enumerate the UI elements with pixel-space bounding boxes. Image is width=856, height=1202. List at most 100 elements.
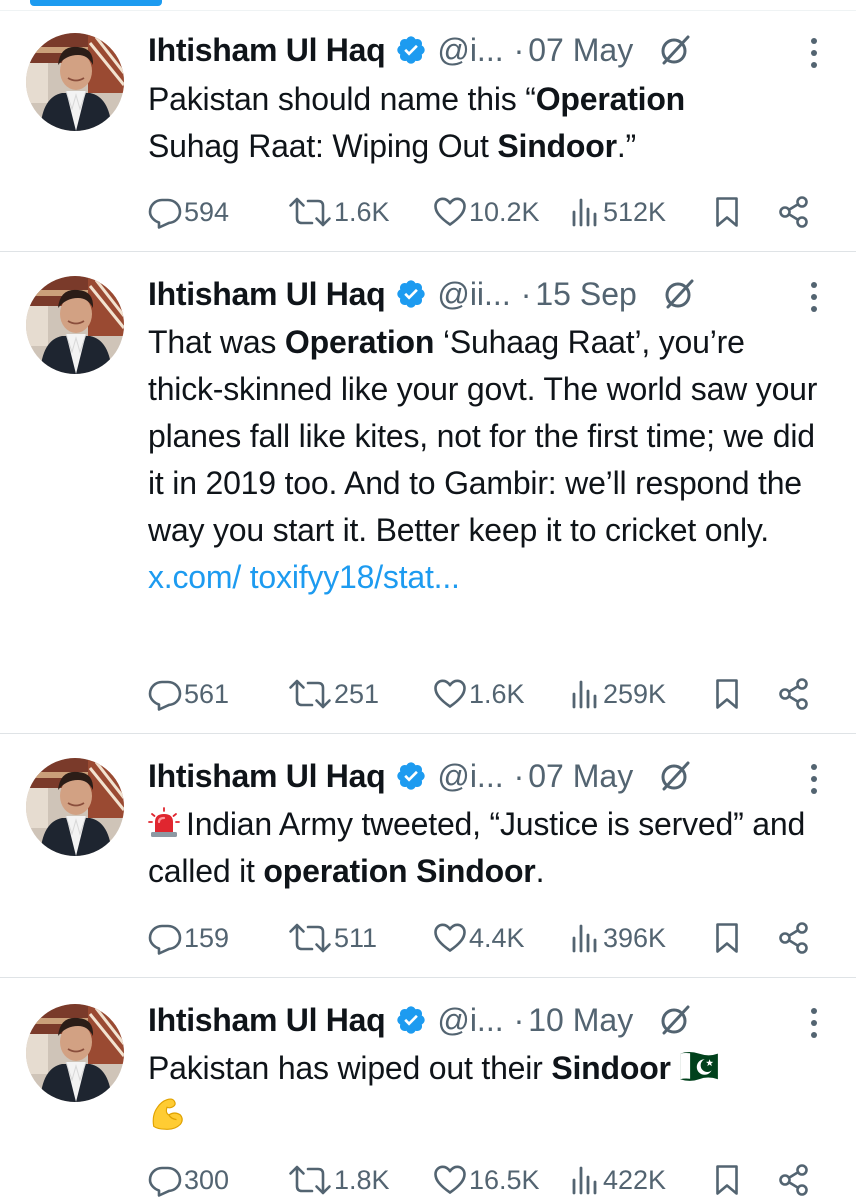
like-count: 16.5K: [469, 1164, 540, 1195]
retweet-icon: [288, 921, 332, 955]
separator-dot: ·: [513, 757, 525, 794]
like-icon: [433, 1163, 467, 1197]
tweet-link[interactable]: x.com/ toxifyy18/stat...: [148, 559, 460, 595]
views-count: 396K: [603, 922, 667, 953]
share-button[interactable]: [777, 195, 811, 229]
views-count: 422K: [603, 1164, 667, 1195]
tweet-card[interactable]: Ihtisham Ul Haq @ii... · 15 Sep That was…: [0, 252, 856, 734]
retweet-button[interactable]: 1.6K: [288, 195, 433, 229]
avatar[interactable]: [26, 33, 124, 131]
like-count: 10.2K: [469, 196, 540, 227]
reply-icon: [148, 677, 182, 711]
views-button[interactable]: 512K: [571, 195, 713, 229]
like-icon: [433, 921, 467, 955]
like-button[interactable]: 10.2K: [433, 195, 571, 229]
tweet-date[interactable]: 07 May: [528, 32, 633, 69]
share-icon: [777, 1163, 811, 1197]
views-icon: [571, 677, 601, 711]
author-handle[interactable]: @ii...: [437, 276, 510, 313]
reply-count: 594: [184, 196, 230, 227]
more-options-icon[interactable]: [810, 38, 818, 68]
share-button[interactable]: [777, 677, 811, 711]
bookmark-button[interactable]: [713, 921, 777, 955]
retweet-button[interactable]: 1.8K: [288, 1163, 433, 1197]
reply-icon: [148, 1163, 182, 1197]
author-name[interactable]: Ihtisham Ul Haq: [148, 32, 386, 69]
grok-icon[interactable]: [657, 32, 693, 68]
action-bar: 561 251 1.6K 259K: [148, 672, 836, 716]
grok-icon[interactable]: [657, 758, 693, 794]
reply-button[interactable]: 159: [148, 921, 288, 955]
reply-button[interactable]: 561: [148, 677, 288, 711]
like-button[interactable]: 16.5K: [433, 1163, 571, 1197]
tweet-date[interactable]: 07 May: [528, 758, 633, 795]
grok-icon[interactable]: [661, 276, 697, 312]
tweet-text: Indian Army tweeted, “Justice is served”…: [148, 806, 806, 889]
action-bar: 594 1.6K 10.2K 512K: [148, 190, 836, 234]
author-handle[interactable]: @i...: [437, 758, 503, 795]
verified-badge-icon: [395, 34, 427, 66]
reply-icon: [148, 195, 182, 229]
author-name[interactable]: Ihtisham Ul Haq: [148, 758, 386, 795]
like-button[interactable]: 1.6K: [433, 677, 571, 711]
share-icon: [777, 195, 811, 229]
tweet-text: That was Operation ‘Suhaag Raat’, you’re…: [148, 324, 818, 595]
pakistan-flag-emoji: [679, 1051, 719, 1083]
flexed-biceps-emoji: [148, 1094, 186, 1132]
retweet-count: 1.6K: [334, 196, 390, 227]
reply-button[interactable]: 300: [148, 1163, 288, 1197]
retweet-button[interactable]: 251: [288, 677, 433, 711]
like-count: 1.6K: [469, 678, 525, 709]
action-bar: 300 1.8K 16.5K 422K: [148, 1158, 836, 1202]
like-icon: [433, 195, 467, 229]
reply-count: 159: [184, 922, 230, 953]
retweet-button[interactable]: 511: [288, 921, 433, 955]
author-handle[interactable]: @i...: [437, 32, 503, 69]
reply-count: 561: [184, 678, 230, 709]
views-count: 259K: [603, 678, 667, 709]
share-button[interactable]: [777, 1163, 811, 1197]
tweet-date[interactable]: 15 Sep: [535, 276, 636, 313]
more-options-icon[interactable]: [810, 1008, 818, 1038]
tweet-header: Ihtisham Ul Haq @i... · 07 May: [148, 30, 816, 70]
tweet-header: Ihtisham Ul Haq @i... · 07 May: [148, 756, 816, 796]
action-bar: 159 511 4.4K 396K: [148, 916, 836, 960]
views-button[interactable]: 396K: [571, 921, 713, 955]
tweet-text: Pakistan should name this “Operation Suha…: [148, 81, 686, 164]
like-button[interactable]: 4.4K: [433, 921, 571, 955]
views-button[interactable]: 259K: [571, 677, 713, 711]
avatar[interactable]: [26, 276, 124, 374]
bookmark-icon: [713, 1163, 741, 1197]
share-button[interactable]: [777, 921, 811, 955]
share-icon: [777, 921, 811, 955]
avatar[interactable]: [26, 758, 124, 856]
verified-badge-icon: [395, 1004, 427, 1036]
more-options-icon[interactable]: [810, 282, 818, 312]
grok-icon[interactable]: [657, 1002, 693, 1038]
tweet-card[interactable]: Ihtisham Ul Haq @i... · 07 May Indian Ar…: [0, 734, 856, 978]
like-count: 4.4K: [469, 922, 525, 953]
avatar[interactable]: [26, 1004, 124, 1102]
more-options-icon[interactable]: [810, 764, 818, 794]
reply-icon: [148, 921, 182, 955]
bookmark-button[interactable]: [713, 677, 777, 711]
bookmark-icon: [713, 677, 741, 711]
tweet-card[interactable]: Ihtisham Ul Haq @i... · 10 May Pakistan …: [0, 978, 856, 1200]
reply-count: 300: [184, 1164, 230, 1195]
reply-button[interactable]: 594: [148, 195, 288, 229]
bookmark-icon: [713, 921, 741, 955]
author-name[interactable]: Ihtisham Ul Haq: [148, 276, 386, 313]
bookmark-button[interactable]: [713, 195, 777, 229]
tweet-card[interactable]: Ihtisham Ul Haq @i... · 07 May Pakistan …: [0, 0, 856, 252]
author-name[interactable]: Ihtisham Ul Haq: [148, 1002, 386, 1039]
retweet-icon: [288, 195, 332, 229]
retweet-icon: [288, 677, 332, 711]
retweet-icon: [288, 1163, 332, 1197]
bookmark-icon: [713, 195, 741, 229]
author-handle[interactable]: @i...: [437, 1002, 503, 1039]
tweet-date[interactable]: 10 May: [528, 1002, 633, 1039]
separator-dot: ·: [513, 1001, 525, 1038]
views-button[interactable]: 422K: [571, 1163, 713, 1197]
views-icon: [571, 195, 601, 229]
bookmark-button[interactable]: [713, 1163, 777, 1197]
